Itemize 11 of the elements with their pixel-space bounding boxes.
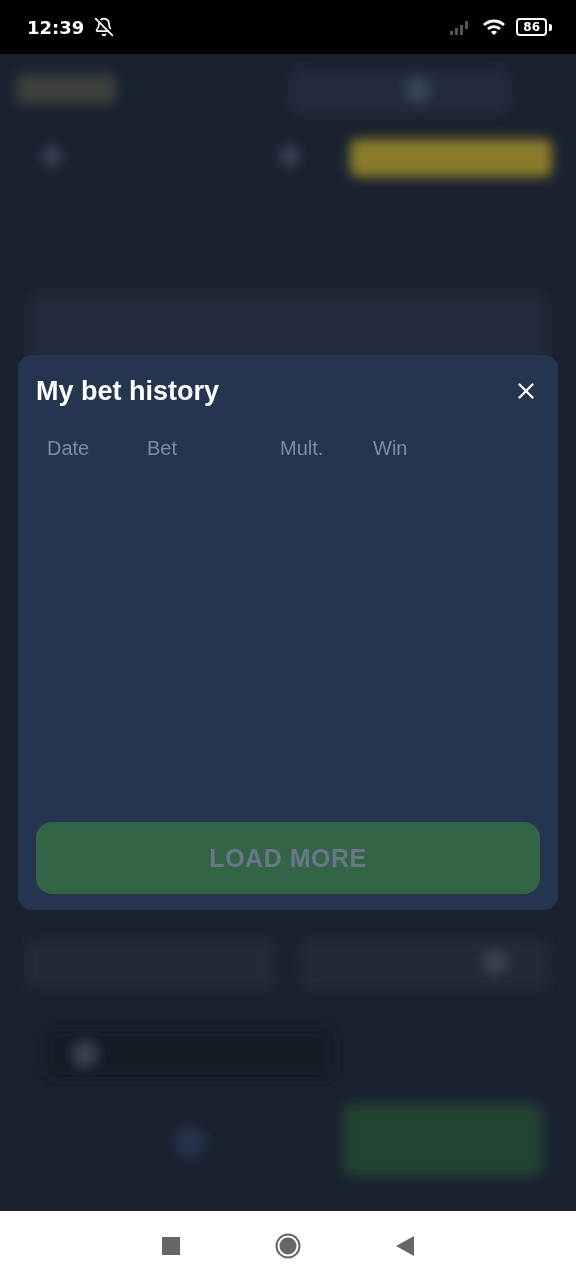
bell-off-icon [94, 17, 115, 37]
wifi-icon [482, 18, 507, 36]
status-time: 12:39 [27, 16, 85, 38]
back-icon[interactable] [396, 1235, 414, 1256]
column-header: Bet [147, 437, 179, 460]
recents-icon[interactable] [162, 1236, 180, 1255]
dialog-title: My bet history [36, 375, 220, 407]
column-header: Win [373, 437, 409, 460]
home-icon[interactable] [275, 1232, 301, 1259]
column-header: Date [47, 437, 91, 460]
column-header: Mult. [280, 437, 325, 460]
